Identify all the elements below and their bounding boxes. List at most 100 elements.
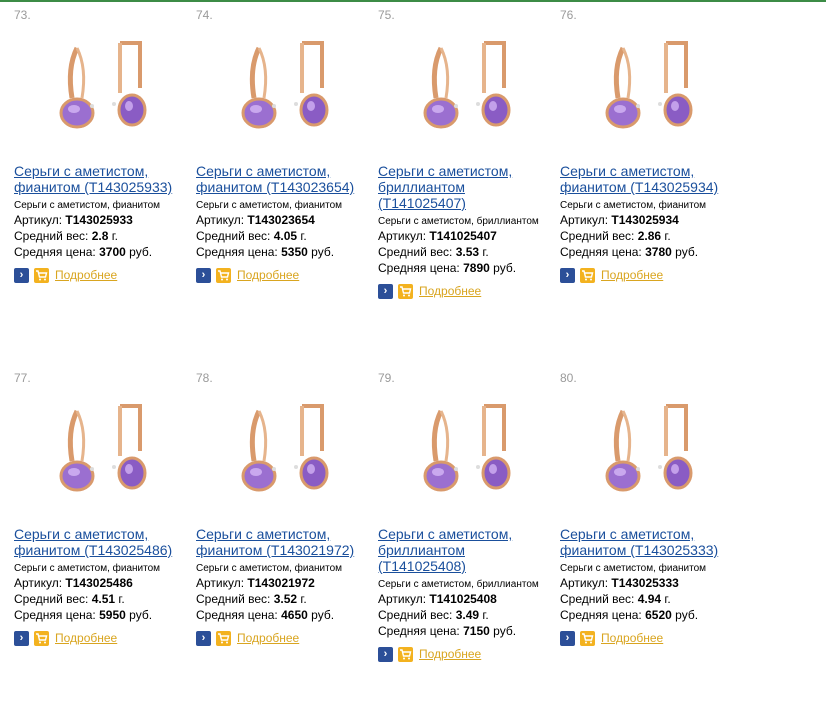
weight-value: 4.05 [273, 229, 298, 243]
weight-unit: г. [482, 245, 489, 259]
weight-label: Средний вес: [14, 229, 89, 243]
weight-row: Средний вес: 3.52 г. [196, 591, 371, 607]
article-label: Артикул: [14, 576, 63, 590]
arrow-right-icon[interactable]: › [378, 646, 393, 662]
price-row: Средняя цена: 4650 руб. [196, 607, 371, 623]
product-number: 75. [378, 8, 395, 22]
product-image[interactable] [22, 391, 182, 509]
more-details-link[interactable]: Подробнее [55, 267, 117, 283]
arrow-right-icon[interactable]: › [560, 267, 575, 283]
cart-icon[interactable] [580, 267, 595, 283]
article-row: Артикул: Т141025408 [378, 591, 553, 607]
weight-label: Средний вес: [196, 592, 271, 606]
product-image[interactable] [386, 391, 546, 509]
weight-row: Средний вес: 4.94 г. [560, 591, 735, 607]
price-currency: руб. [311, 245, 335, 259]
product-card: 78. Серьги с аметистом, фианитом (Т14302… [196, 371, 371, 646]
product-title-link[interactable]: Серьги с аметистом, фианитом (Т143025934… [560, 163, 735, 195]
arrow-right-icon[interactable]: › [196, 630, 211, 646]
product-title-link[interactable]: Серьги с аметистом, фианитом (Т143021972… [196, 526, 371, 558]
weight-row: Средний вес: 3.53 г. [378, 244, 553, 260]
cart-icon[interactable] [216, 267, 231, 283]
product-subtitle: Серьги с аметистом, фианитом [560, 563, 707, 574]
article-row: Артикул: Т143025933 [14, 212, 189, 228]
more-details-link[interactable]: Подробнее [419, 646, 481, 662]
article-label: Артикул: [560, 576, 609, 590]
cart-icon[interactable] [34, 630, 49, 646]
product-title-link[interactable]: Серьги с аметистом, фианитом (Т143025333… [560, 526, 735, 558]
product-card: 73. Серьги с аметистом, фианитом (Т14302… [14, 8, 189, 283]
article-value: Т143025933 [65, 213, 133, 227]
product-number: 79. [378, 371, 395, 385]
product-title-link[interactable]: Серьги с аметистом, фианитом (Т143025486… [14, 526, 189, 558]
product-title-link[interactable]: Серьги с аметистом, бриллиантом (Т141025… [378, 163, 553, 211]
card-actions: › Подробнее [14, 630, 189, 646]
price-value: 3700 [99, 245, 126, 259]
price-currency: руб. [129, 245, 153, 259]
price-value: 4650 [281, 608, 308, 622]
article-value: Т143021972 [247, 576, 315, 590]
weight-label: Средний вес: [196, 229, 271, 243]
more-details-link[interactable]: Подробнее [55, 630, 117, 646]
weight-unit: г. [664, 229, 671, 243]
article-value: Т141025407 [429, 229, 497, 243]
product-number: 76. [560, 8, 577, 22]
weight-row: Средний вес: 4.51 г. [14, 591, 189, 607]
article-row: Артикул: Т143025486 [14, 575, 189, 591]
article-value: Т143025333 [611, 576, 679, 590]
product-subtitle: Серьги с аметистом, фианитом [196, 563, 343, 574]
cart-icon[interactable] [580, 630, 595, 646]
article-label: Артикул: [560, 213, 609, 227]
article-value: Т141025408 [429, 592, 497, 606]
cart-icon[interactable] [398, 283, 413, 299]
price-row: Средняя цена: 5950 руб. [14, 607, 189, 623]
weight-row: Средний вес: 4.05 г. [196, 228, 371, 244]
price-label: Средняя цена: [560, 608, 642, 622]
price-value: 6520 [645, 608, 672, 622]
card-actions: › Подробнее [196, 267, 371, 283]
weight-value: 3.52 [273, 592, 298, 606]
product-title-link[interactable]: Серьги с аметистом, фианитом (Т143025933… [14, 163, 189, 195]
article-row: Артикул: Т143025333 [560, 575, 735, 591]
product-card: 79. Серьги с аметистом, бриллиантом (Т14… [378, 371, 553, 662]
product-image[interactable] [204, 391, 364, 509]
product-image[interactable] [22, 28, 182, 146]
article-value: Т143025934 [611, 213, 679, 227]
weight-value: 3.49 [455, 608, 480, 622]
more-details-link[interactable]: Подробнее [237, 630, 299, 646]
price-value: 5950 [99, 608, 126, 622]
weight-row: Средний вес: 2.86 г. [560, 228, 735, 244]
product-card: 74. Серьги с аметистом, фианитом (Т14302… [196, 8, 371, 283]
product-image[interactable] [204, 28, 364, 146]
product-number: 74. [196, 8, 213, 22]
arrow-right-icon[interactable]: › [378, 283, 393, 299]
more-details-link[interactable]: Подробнее [601, 267, 663, 283]
price-label: Средняя цена: [560, 245, 642, 259]
article-label: Артикул: [196, 213, 245, 227]
cart-icon[interactable] [216, 630, 231, 646]
product-image[interactable] [568, 391, 728, 509]
weight-label: Средний вес: [378, 608, 453, 622]
arrow-right-icon[interactable]: › [196, 267, 211, 283]
cart-icon[interactable] [398, 646, 413, 662]
price-label: Средняя цена: [14, 608, 96, 622]
cart-icon[interactable] [34, 267, 49, 283]
more-details-link[interactable]: Подробнее [419, 283, 481, 299]
product-subtitle: Серьги с аметистом, фианитом [196, 200, 343, 211]
article-label: Артикул: [14, 213, 63, 227]
product-image[interactable] [386, 28, 546, 146]
article-row: Артикул: Т143021972 [196, 575, 371, 591]
price-label: Средняя цена: [14, 245, 96, 259]
more-details-link[interactable]: Подробнее [601, 630, 663, 646]
product-title-link[interactable]: Серьги с аметистом, фианитом (Т143023654… [196, 163, 371, 195]
product-card: 76. Серьги с аметистом, фианитом (Т14302… [560, 8, 735, 283]
product-number: 78. [196, 371, 213, 385]
arrow-right-icon[interactable]: › [14, 630, 29, 646]
arrow-right-icon[interactable]: › [560, 630, 575, 646]
product-image[interactable] [568, 28, 728, 146]
more-details-link[interactable]: Подробнее [237, 267, 299, 283]
product-title-link[interactable]: Серьги с аметистом, бриллиантом (Т141025… [378, 526, 553, 574]
arrow-right-icon[interactable]: › [14, 267, 29, 283]
product-grid: 73. Серьги с аметистом, фианитом (Т14302… [0, 0, 826, 724]
weight-unit: г. [300, 229, 307, 243]
